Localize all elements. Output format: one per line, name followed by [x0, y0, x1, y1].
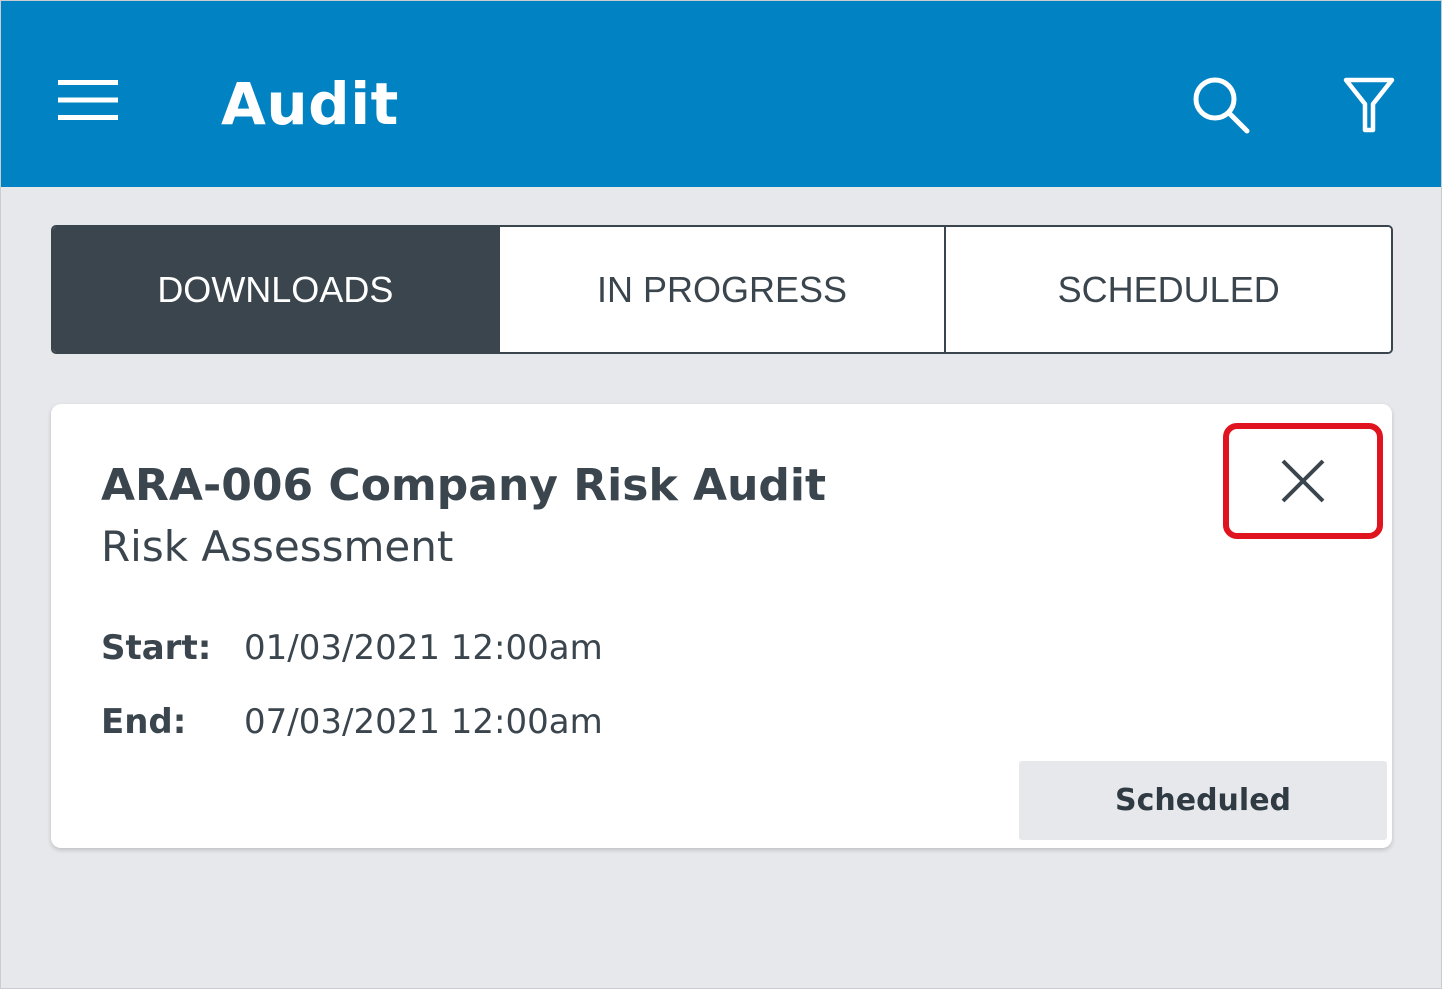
end-value: 07/03/2021 12:00am — [244, 702, 603, 742]
audit-card[interactable]: ARA-006 Company Risk Audit Risk Assessme… — [51, 404, 1392, 848]
search-icon — [1193, 77, 1250, 134]
tab-downloads[interactable]: DOWNLOADS — [53, 227, 498, 352]
hamburger-menu-icon — [58, 80, 118, 120]
search-button[interactable] — [1179, 63, 1263, 147]
start-value: 01/03/2021 12:00am — [244, 628, 603, 668]
menu-button[interactable] — [41, 63, 135, 137]
segmented-tabs: DOWNLOADS IN PROGRESS SCHEDULED — [51, 225, 1393, 354]
start-label: Start: — [101, 628, 212, 668]
end-label: End: — [101, 702, 187, 742]
tab-scheduled[interactable]: SCHEDULED — [944, 227, 1391, 352]
audit-subtitle: Risk Assessment — [101, 522, 454, 571]
page-title: Audit — [221, 70, 399, 138]
app-frame: Audit DOWNLOADS IN PROGRESS SCHEDULED AR… — [0, 0, 1442, 989]
filter-icon — [1343, 77, 1395, 133]
filter-button[interactable] — [1327, 63, 1411, 147]
app-bar: Audit — [1, 1, 1441, 187]
close-button[interactable] — [1223, 423, 1383, 539]
close-icon — [1281, 459, 1325, 503]
status-badge: Scheduled — [1019, 761, 1387, 840]
tab-in-progress[interactable]: IN PROGRESS — [497, 227, 945, 352]
audit-title: ARA-006 Company Risk Audit — [101, 460, 827, 511]
